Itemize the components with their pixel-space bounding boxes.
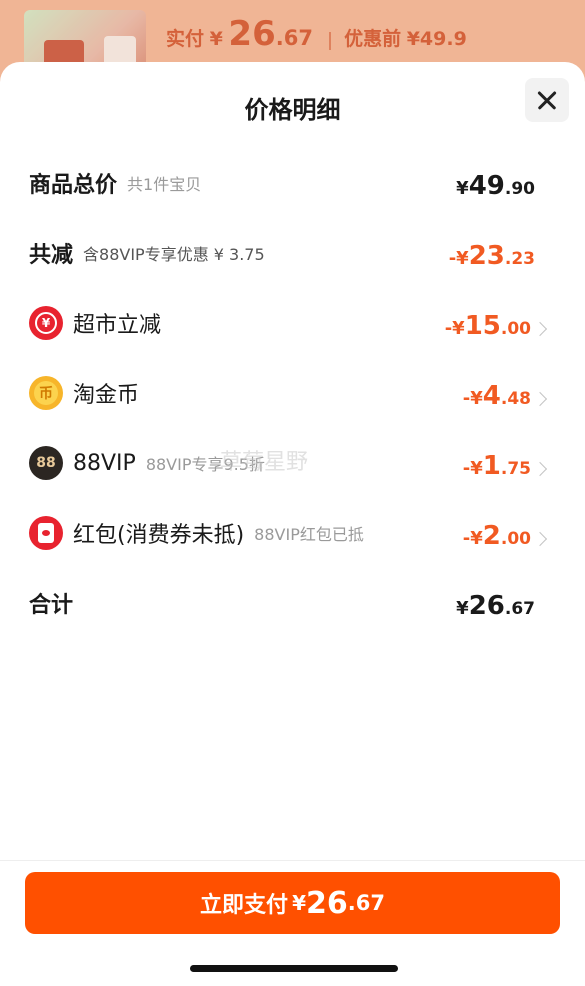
chevron-right-icon [532, 391, 548, 407]
row-amount: -¥23.23 [448, 241, 535, 271]
background-price-summary: 实付 ¥ 26.67 优惠前 ¥49.9 [166, 14, 467, 54]
row-red-envelope[interactable]: 红包(消费券未抵) 88VIP红包已抵 -¥2.00 [29, 513, 548, 553]
paid-currency: ¥ [209, 28, 223, 50]
row-taojinbi[interactable]: 币 淘金币 -¥4.48 [29, 373, 548, 413]
pay-currency: ¥ [292, 891, 306, 915]
chevron-right-icon [532, 321, 548, 337]
row-label: 淘金币 [73, 383, 140, 408]
row-sub: 共1件宝贝 [127, 175, 202, 194]
taojinbi-coin-icon: 币 [29, 376, 63, 410]
row-sub: 88VIP红包已抵 [254, 525, 364, 544]
price-detail-sheet: 价格明细 商品总价 共1件宝贝 ¥49.90 共减 含88VIP专享优惠 ¥ 3… [0, 62, 585, 986]
row-sub: 含88VIP专享优惠 ¥ 3.75 [83, 245, 265, 264]
row-label: 商品总价 [29, 173, 118, 198]
row-amount: ¥49.90 [456, 171, 535, 201]
paid-dec: .67 [275, 26, 313, 50]
paid-int: 26 [228, 14, 276, 54]
chevron-right-icon [532, 531, 548, 547]
row-amount: -¥1.75 [463, 451, 548, 481]
pay-label: 立即支付 [200, 893, 289, 918]
original-price: ¥49.9 [406, 28, 467, 50]
row-label: 超市立减 [73, 313, 162, 338]
bottom-divider [0, 860, 585, 861]
row-amount: -¥15.00 [445, 311, 548, 341]
sheet-title: 价格明细 [244, 96, 341, 124]
supermarket-discount-icon: ¥ [29, 306, 63, 340]
close-button[interactable] [525, 78, 569, 122]
row-supermarket-discount[interactable]: ¥ 超市立减 -¥15.00 [29, 303, 548, 343]
row-subtotal: 商品总价 共1件宝贝 ¥49.90 [29, 163, 535, 203]
row-total-discount: 共减 含88VIP专享优惠 ¥ 3.75 -¥23.23 [29, 233, 535, 273]
row-amount: ¥26.67 [456, 591, 535, 621]
row-label: 88VIP [73, 450, 136, 476]
paid-label: 实付 [166, 28, 205, 50]
pay-dec: .67 [347, 891, 385, 915]
row-label: 共减 [29, 243, 74, 268]
row-label: 合计 [29, 593, 74, 618]
row-amount: -¥4.48 [463, 381, 548, 411]
home-indicator[interactable] [190, 965, 398, 972]
vip-88-icon: 88 [29, 446, 63, 480]
row-total: 合计 ¥26.67 [29, 583, 535, 623]
watermark: 草莓星野 [220, 450, 309, 475]
pay-int: 26 [305, 885, 348, 921]
original-label: 优惠前 [344, 28, 402, 50]
chevron-right-icon [532, 461, 548, 477]
pay-now-button[interactable]: 立即支付 ¥26.67 [25, 872, 560, 934]
price-separator [328, 31, 331, 50]
row-amount: -¥2.00 [463, 521, 548, 551]
red-envelope-icon [29, 516, 63, 550]
row-label: 红包(消费券未抵) [73, 523, 245, 548]
